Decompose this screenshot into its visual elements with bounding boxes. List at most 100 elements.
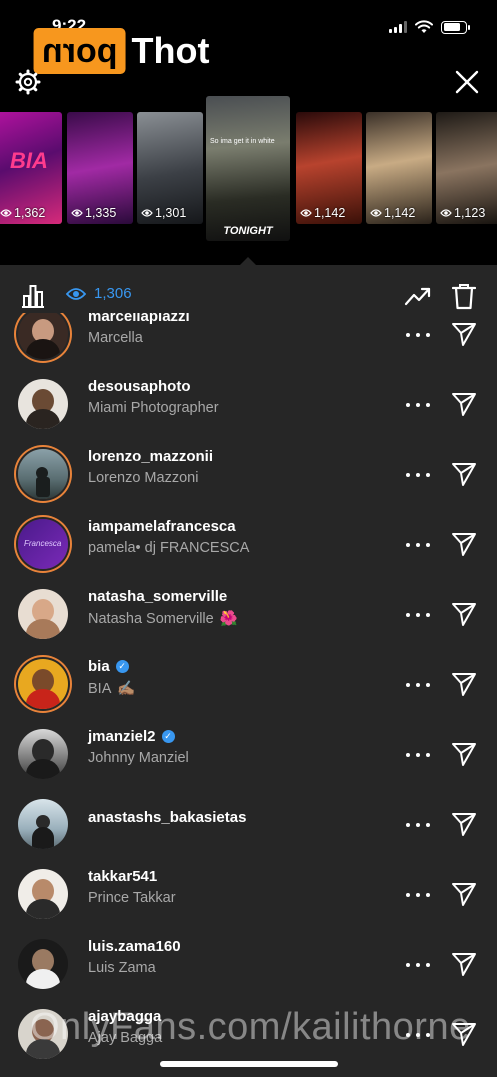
viewer-username[interactable]: natasha_somerville [88,588,227,605]
story-overlay-text: BIA [10,148,48,173]
story-thumbnail-strip: BIA 1,362 1,335 1,301 So ima get it in w… [0,96,497,246]
story-view-count: 1,301 [141,206,186,220]
cellular-signal-icon [389,21,407,33]
more-options-icon[interactable] [406,535,430,555]
viewer-avatar[interactable] [18,449,68,499]
story-view-count: 1,142 [300,206,345,220]
send-message-icon[interactable] [451,461,477,487]
viewers-panel: 1,306 marcellapiazzi Marcella desousapho… [0,265,497,1077]
viewer-fullname: Johnny Manziel [88,750,189,766]
send-message-icon[interactable] [451,391,477,417]
more-options-icon[interactable] [406,675,430,695]
viewer-avatar[interactable] [18,379,68,429]
story-thumbnail[interactable]: 1,142 [366,112,432,224]
send-message-icon[interactable] [451,531,477,557]
story-thumbnail[interactable]: BIA 1,362 [0,112,62,224]
eye-icon [66,287,86,300]
watermark-footer: OnlyFans.com/kailithorne [30,1006,471,1048]
send-message-icon[interactable] [451,321,477,347]
viewer-username[interactable]: bia ✓ [88,658,129,675]
settings-icon[interactable] [14,68,42,96]
viewer-row[interactable]: Francesca iampamelafrancesca pamela• dj … [0,509,497,579]
promote-trend-icon[interactable] [404,284,432,308]
viewers-list: marcellapiazzi Marcella desousaphoto Mia… [0,313,497,1077]
story-thumbnail[interactable]: 1,301 [137,112,203,224]
more-options-icon[interactable] [406,325,430,345]
writing-hand-emoji-icon: ✍🏽 [117,681,136,697]
story-header: 9:22 porn Thot BIA 1,362 1,335 1,301 So … [0,0,497,266]
more-options-icon[interactable] [406,465,430,485]
viewer-fullname: Prince Takkar [88,890,176,906]
eye-icon [71,209,83,217]
eye-icon [141,209,153,217]
viewer-fullname: Marcella [88,330,143,346]
viewer-avatar[interactable] [18,939,68,989]
delete-trash-icon[interactable] [452,282,476,310]
watermark-logo-text: Thot [131,30,210,71]
viewer-row[interactable]: jmanziel2 ✓ Johnny Manziel [0,719,497,789]
viewer-username[interactable]: iampamelafrancesca [88,518,236,535]
viewer-avatar[interactable]: Francesca [18,519,68,569]
viewer-username[interactable]: luis.zama160 [88,938,181,955]
send-message-icon[interactable] [451,881,477,907]
eye-icon [0,209,12,217]
more-options-icon[interactable] [406,815,430,835]
view-count: 1,306 [94,285,132,302]
viewer-fullname: BIA ✍🏽 [88,680,136,698]
story-view-count: 1,362 [0,206,45,220]
viewer-row[interactable]: luis.zama160 Luis Zama [0,929,497,999]
eye-icon [440,209,452,217]
battery-icon [441,20,470,34]
more-options-icon[interactable] [406,395,430,415]
viewer-row[interactable]: takkar541 Prince Takkar [0,859,497,929]
watermark-logo: porn Thot [34,28,210,74]
viewer-row[interactable]: anastashs_bakasietas [0,789,497,859]
more-options-icon[interactable] [406,885,430,905]
wifi-icon [415,20,433,33]
viewer-avatar[interactable] [18,869,68,919]
send-message-icon[interactable] [451,601,477,627]
more-options-icon[interactable] [406,745,430,765]
watermark-logo-box: porn [34,28,126,74]
story-thumbnail[interactable]: 1,123 [436,112,497,224]
viewer-row[interactable]: desousaphoto Miami Photographer [0,369,497,439]
send-message-icon[interactable] [451,741,477,767]
viewer-avatar[interactable] [18,659,68,709]
insights-bar-chart-icon[interactable] [20,283,46,309]
verified-badge-icon: ✓ [115,660,129,673]
viewer-avatar[interactable] [18,589,68,639]
viewer-fullname: pamela• dj FRANCESCA [88,540,250,556]
story-thumbnail[interactable]: 1,142 [296,112,362,224]
close-icon[interactable] [453,68,481,96]
view-count-button[interactable]: 1,306 [66,285,132,302]
send-message-icon[interactable] [451,951,477,977]
send-message-icon[interactable] [451,671,477,697]
story-overlay-text: TONIGHT [223,225,273,237]
home-indicator[interactable] [160,1061,338,1067]
eye-icon [300,209,312,217]
flower-emoji-icon: 🌺 [219,611,238,627]
more-options-icon[interactable] [406,605,430,625]
viewer-row[interactable]: bia ✓ BIA ✍🏽 [0,649,497,719]
viewer-username[interactable]: anastashs_bakasietas [88,809,246,826]
viewer-username[interactable]: desousaphoto [88,378,191,395]
more-options-icon[interactable] [406,955,430,975]
viewer-username[interactable]: marcellapiazzi [88,313,190,325]
viewer-row[interactable]: lorenzo_mazzonii Lorenzo Mazzoni [0,439,497,509]
viewer-username[interactable]: jmanziel2 ✓ [88,728,175,745]
viewer-username[interactable]: lorenzo_mazzonii [88,448,213,465]
send-message-icon[interactable] [451,811,477,837]
viewer-avatar[interactable] [18,729,68,779]
status-icons [389,20,470,34]
viewer-fullname: Miami Photographer [88,400,219,416]
viewer-username[interactable]: takkar541 [88,868,157,885]
viewer-row[interactable]: natasha_somerville Natasha Somerville 🌺 [0,579,497,649]
story-view-count: 1,123 [440,206,485,220]
story-thumbnail-active[interactable]: So ima get it in white TONIGHT [206,96,290,241]
story-thumbnail[interactable]: 1,335 [67,112,133,224]
verified-badge-icon: ✓ [161,730,175,743]
viewer-avatar[interactable] [18,313,68,359]
viewer-avatar[interactable] [18,799,68,849]
viewer-fullname: Lorenzo Mazzoni [88,470,199,486]
viewer-row[interactable]: marcellapiazzi Marcella [0,313,497,369]
